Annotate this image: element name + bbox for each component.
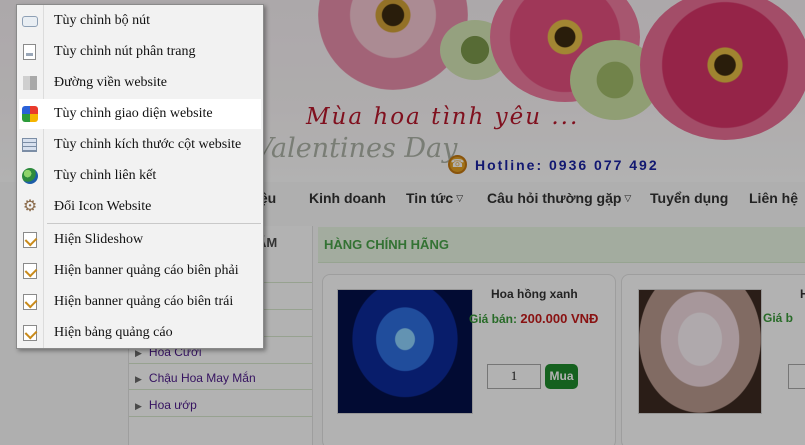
menu-item-show-slideshow[interactable]: Hiện Slideshow (19, 225, 261, 255)
button-shape-icon (22, 13, 38, 29)
checkbox-checked-icon (22, 294, 38, 310)
column-size-icon (22, 137, 38, 153)
menu-item-theme[interactable]: Tùy chỉnh giao diện website (19, 99, 261, 129)
menu-item-border[interactable]: Đường viền website (19, 68, 261, 98)
menu-item-links[interactable]: Tùy chỉnh liên kết (19, 161, 261, 191)
theme-palette-icon (22, 106, 38, 122)
checkbox-checked-icon (22, 263, 38, 279)
menu-separator (47, 223, 261, 224)
customize-context-menu: Tùy chỉnh bộ nút Tùy chỉnh nút phân tran… (16, 4, 264, 349)
gear-icon: ⚙ (22, 198, 38, 215)
pagination-icon (22, 44, 38, 60)
checkbox-checked-icon (22, 232, 38, 248)
globe-link-icon (22, 168, 38, 184)
menu-item-change-icon[interactable]: ⚙ Đổi Icon Website (19, 192, 261, 222)
menu-item-show-ad-board[interactable]: Hiện bảng quảng cáo (19, 318, 261, 348)
menu-item-show-right-banner[interactable]: Hiện banner quảng cáo biên phải (19, 256, 261, 286)
menu-item-column-size[interactable]: Tùy chỉnh kích thước cột website (19, 130, 261, 160)
border-icon (22, 75, 38, 91)
menu-item-custom-buttons[interactable]: Tùy chỉnh bộ nút (19, 6, 261, 36)
menu-item-pagination[interactable]: Tùy chỉnh nút phân trang (19, 37, 261, 67)
checkbox-checked-icon (22, 325, 38, 341)
menu-item-show-left-banner[interactable]: Hiện banner quảng cáo biên trái (19, 287, 261, 317)
